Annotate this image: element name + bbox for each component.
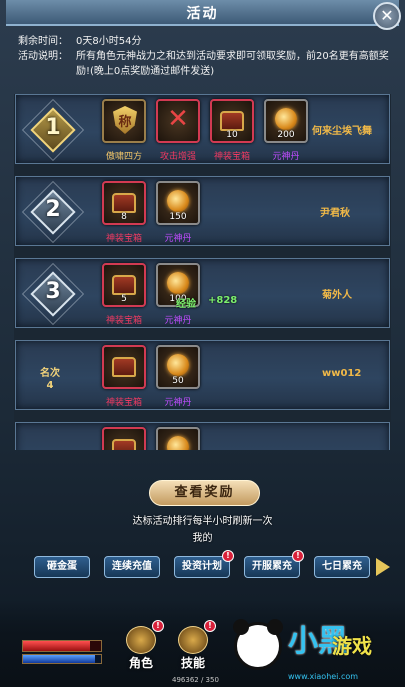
watermark-url: www.xiaohei.com [288, 672, 359, 681]
reward-count: 10 [226, 130, 238, 140]
treasure-chest-icon[interactable] [102, 345, 146, 389]
watermark-logo: 小黑 游戏 www.xiaohei.com [228, 614, 405, 684]
notification-badge: ! [292, 550, 304, 562]
player-name: 尹君秋 [320, 208, 350, 219]
reward-count: 5 [121, 294, 127, 304]
skills-label: 技能 [180, 656, 205, 670]
reward-name: 傲啸四方 [105, 152, 142, 162]
tab-investment-plan[interactable]: 投资计划 [174, 556, 230, 578]
reward-name: 攻击增强 [159, 152, 196, 162]
description-text: 所有角色元神战力之和达到活动要求即可领取奖励，前20名更有高额奖励!(晚上0点奖… [76, 51, 389, 77]
character-icon [126, 626, 156, 654]
xp-gain-value: +828 [208, 295, 238, 306]
reward-name: 元神丹 [164, 234, 192, 244]
character-label: 角色 [128, 656, 153, 670]
rank-row-2: 2 8 神装宝箱 150 元神丹 尹君秋 [15, 176, 390, 246]
rank-badge: 1 [21, 98, 85, 162]
reward-count: 200 [277, 130, 295, 140]
character-button[interactable]: ! 角色 [118, 620, 164, 670]
rank-label: 名次 4 [40, 368, 60, 391]
rank-number: 1 [45, 115, 61, 140]
player-name: 菊外人 [322, 290, 352, 301]
treasure-chest-icon[interactable]: 10 [210, 99, 254, 143]
reward-name: 元神丹 [164, 398, 192, 408]
treasure-chest-icon[interactable] [102, 427, 146, 450]
my-rank-label: 我的 [192, 533, 213, 544]
mp-fill [23, 655, 95, 663]
view-rewards-button[interactable]: 查看奖励 [149, 480, 260, 506]
rank-badge: 2 [21, 180, 85, 244]
spirit-pill-icon[interactable] [156, 427, 200, 450]
player-name: 何来尘埃飞舞 [312, 126, 372, 137]
reward-name: 神装宝箱 [105, 398, 142, 408]
skills-button[interactable]: ! 技能 [170, 620, 216, 670]
description-label: 活动说明： [18, 51, 68, 62]
refresh-note: 达标活动排行每半小时刷新一次 [132, 516, 273, 527]
arrow-right-icon[interactable] [376, 558, 390, 576]
notification-badge: ! [222, 550, 234, 562]
xp-readout: 496362 / 350 [172, 676, 219, 684]
title-glyph: 称 [118, 115, 132, 130]
reward-count: 50 [172, 376, 184, 386]
spirit-pill-icon[interactable]: 200 [264, 99, 308, 143]
notification-badge: ! [204, 620, 216, 632]
spirit-pill-icon[interactable]: 150 [156, 181, 200, 225]
remaining-time-value: 0天8小时54分 [76, 36, 142, 47]
treasure-chest-icon[interactable]: 8 [102, 181, 146, 225]
activity-tabs: 砸金蛋 连续充值 投资计划 ! 开服累充 ! 七日累充 [34, 550, 374, 580]
mp-bar [22, 654, 102, 664]
treasure-chest-icon[interactable]: 5 [102, 263, 146, 307]
spirit-pill-icon[interactable]: 50 [156, 345, 200, 389]
reward-count: 8 [121, 212, 127, 222]
rank-number: 3 [45, 279, 61, 304]
rank-row-partial [15, 422, 390, 450]
rank-row-4: 名次 4 神装宝箱 50 元神丹 ww012 [15, 340, 390, 410]
rank-number: 2 [45, 197, 61, 222]
activity-window: 活动 ✕ 剩余时间： 0天8小时54分 活动说明： 所有角色元神战力之和达到活动… [0, 0, 405, 687]
ranking-list[interactable]: 1 称 傲啸四方 ✕ 攻击增强 10 神装宝箱 200 元神丹 何来尘埃飞舞 2… [14, 94, 391, 450]
attack-boost-icon[interactable]: ✕ [156, 99, 200, 143]
panda-icon [233, 619, 283, 670]
title-bar: 活动 [6, 0, 399, 26]
tab-smash-egg[interactable]: 砸金蛋 [34, 556, 90, 578]
skills-icon [178, 626, 208, 654]
activity-info: 剩余时间： 0天8小时54分 活动说明： 所有角色元神战力之和达到活动要求即可领… [18, 34, 390, 79]
close-icon[interactable]: ✕ [373, 2, 401, 30]
reward-name: 神装宝箱 [105, 316, 142, 326]
hp-fill [23, 641, 91, 651]
reward-name: 神装宝箱 [213, 152, 250, 162]
notification-badge: ! [152, 620, 164, 632]
tab-continuous-recharge[interactable]: 连续充值 [104, 556, 160, 578]
tab-seven-day-recharge[interactable]: 七日累充 [314, 556, 370, 578]
watermark-accent: 游戏 [332, 634, 372, 658]
reward-count: 150 [169, 212, 187, 222]
hp-bar [22, 640, 102, 652]
reward-name: 神装宝箱 [105, 234, 142, 244]
rank-row-3: 3 5 神装宝箱 100 元神丹 经验 +828 菊外人 [15, 258, 390, 328]
reward-name: 元神丹 [272, 152, 300, 162]
rank-badge: 3 [21, 262, 85, 326]
reward-name: 元神丹 [164, 316, 192, 326]
remaining-time-label: 剩余时间： [18, 36, 68, 47]
title-badge-icon[interactable]: 称 [102, 99, 146, 143]
rank-row-1: 1 称 傲啸四方 ✕ 攻击增强 10 神装宝箱 200 元神丹 何来尘埃飞舞 [15, 94, 390, 164]
xp-gain-label: 经验 [176, 299, 196, 310]
window-title: 活动 [186, 6, 219, 22]
player-name: ww012 [322, 368, 362, 379]
tab-server-recharge[interactable]: 开服累充 [244, 556, 300, 578]
